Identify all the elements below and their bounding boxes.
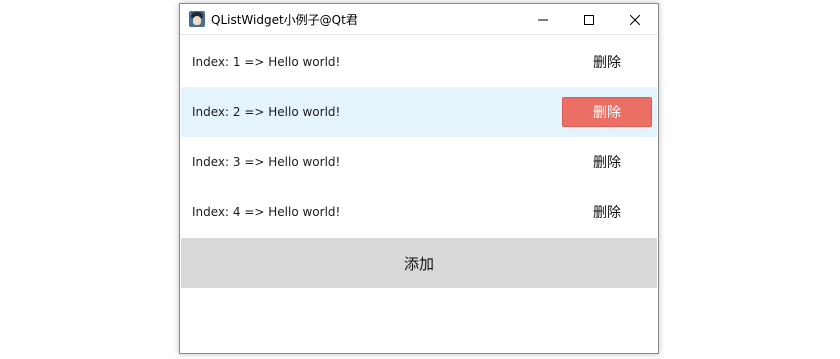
delete-button[interactable]: 删除 xyxy=(562,197,652,227)
list-item-3[interactable]: Index: 3 => Hello world! 删除 xyxy=(181,137,657,187)
close-icon xyxy=(630,14,640,25)
list-item-label: Index: 1 => Hello world! xyxy=(192,55,341,69)
title-bar[interactable]: QListWidget小例子@Qt君 xyxy=(180,4,658,35)
list-item-4[interactable]: Index: 4 => Hello world! 删除 xyxy=(181,187,657,237)
minimize-icon xyxy=(538,19,548,20)
list-item-label: Index: 2 => Hello world! xyxy=(192,105,341,119)
maximize-button[interactable] xyxy=(566,4,612,35)
list-item-1[interactable]: Index: 1 => Hello world! 删除 xyxy=(181,37,657,87)
window-title: QListWidget小例子@Qt君 xyxy=(211,12,358,27)
delete-button[interactable]: 删除 xyxy=(562,97,652,127)
list-item-label: Index: 4 => Hello world! xyxy=(192,205,341,219)
app-window: QListWidget小例子@Qt君 Index: 1 => Hello wor… xyxy=(179,3,659,354)
list-item-2[interactable]: Index: 2 => Hello world! 删除 xyxy=(181,87,657,137)
add-button[interactable]: 添加 xyxy=(181,238,657,288)
maximize-icon xyxy=(584,14,594,25)
minimize-button[interactable] xyxy=(520,4,566,35)
list-widget[interactable]: Index: 1 => Hello world! 删除 Index: 2 => … xyxy=(181,37,657,237)
window-controls xyxy=(520,4,658,35)
list-item-label: Index: 3 => Hello world! xyxy=(192,155,341,169)
delete-button[interactable]: 删除 xyxy=(562,47,652,77)
delete-button[interactable]: 删除 xyxy=(562,147,652,177)
avatar-app-icon xyxy=(189,11,205,27)
close-button[interactable] xyxy=(612,4,658,35)
